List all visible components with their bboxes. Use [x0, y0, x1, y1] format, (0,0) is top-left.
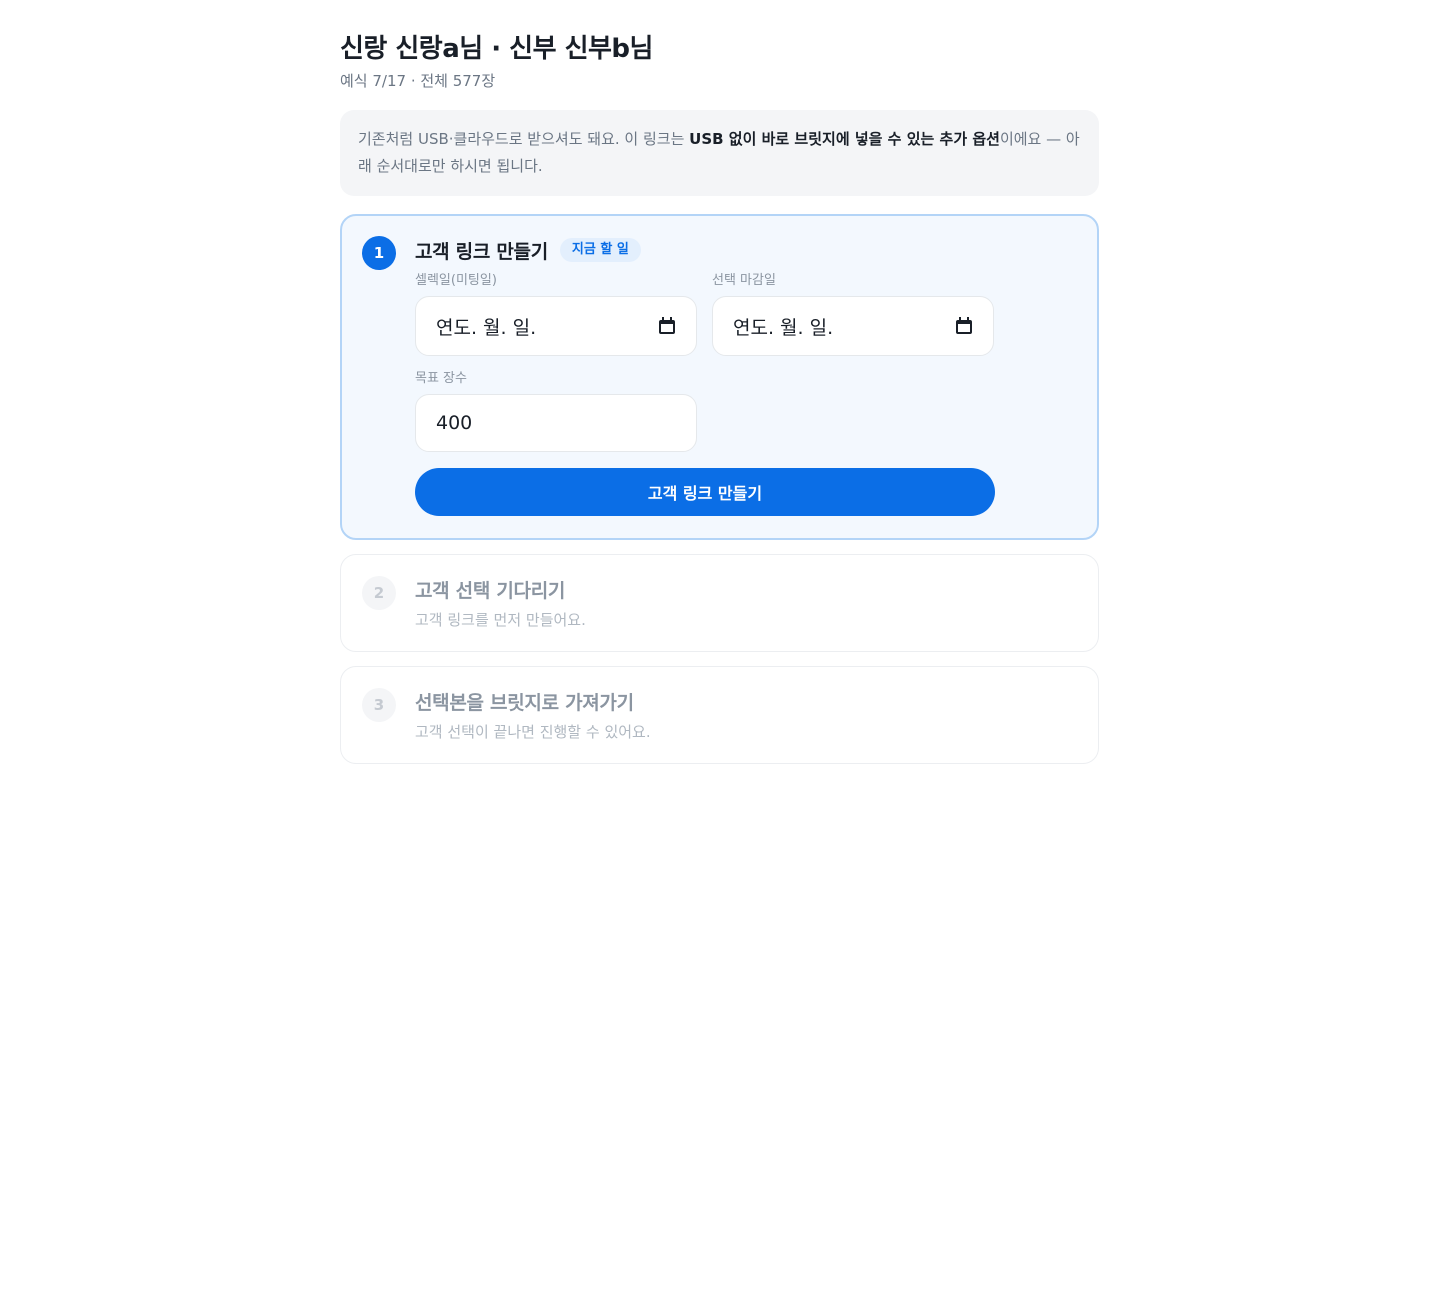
step-1-card: 1 고객 링크 만들기 지금 할 일 셀렉일(미팅일) 연도. 월. 일. 선택… [340, 214, 1099, 540]
step-3-header: 선택본을 브릿지로 가져가기 [415, 687, 1078, 715]
step-2-header: 고객 선택 기다리기 [415, 575, 1078, 603]
select-date-group: 셀렉일(미팅일) 연도. 월. 일. [415, 272, 697, 356]
target-count-value: 400 [436, 412, 473, 434]
current-task-badge: 지금 할 일 [559, 238, 641, 262]
select-date-input[interactable]: 연도. 월. 일. [415, 296, 697, 356]
step-2-number: 2 [362, 576, 396, 610]
page-title: 신랑 신랑a님 · 신부 신부b님 [340, 34, 653, 64]
target-count-label: 목표 장수 [415, 371, 467, 386]
target-count-input[interactable]: 400 [415, 394, 697, 452]
notice-text-bold: USB 없이 바로 브릿지에 넣을 수 있는 추가 옵션 [689, 130, 1000, 148]
step-3-number: 3 [362, 688, 396, 722]
step-2-description: 고객 링크를 먼저 만들어요. [415, 611, 586, 629]
notice-text-start: 기존처럼 USB·클라우드로 받으셔도 돼요. 이 링크는 [358, 130, 690, 148]
calendar-icon[interactable] [658, 317, 676, 335]
page-container: 신랑 신랑a님 · 신부 신부b님 예식 7/17 · 전체 577장 기존처럼… [340, 30, 1099, 764]
step-3-title: 선택본을 브릿지로 가져가기 [415, 691, 634, 714]
page-subtitle: 예식 7/17 · 전체 577장 [340, 72, 496, 90]
deadline-value: 연도. 월. 일. [733, 316, 834, 339]
deadline-label: 선택 마감일 [712, 273, 776, 288]
step-3-description: 고객 선택이 끝나면 진행할 수 있어요. [415, 723, 651, 741]
step-1-number: 1 [362, 236, 396, 270]
deadline-input[interactable]: 연도. 월. 일. [712, 296, 994, 356]
step-1-header: 고객 링크 만들기 지금 할 일 [415, 236, 1077, 264]
target-count-group: 목표 장수 400 [415, 370, 697, 452]
step-2-card: 2 고객 선택 기다리기 고객 링크를 먼저 만들어요. [340, 554, 1099, 652]
step-1-title: 고객 링크 만들기 [415, 240, 548, 263]
deadline-group: 선택 마감일 연도. 월. 일. [712, 272, 994, 356]
select-date-label: 셀렉일(미팅일) [415, 273, 497, 288]
info-notice: 기존처럼 USB·클라우드로 받으셔도 돼요. 이 링크는 USB 없이 바로 … [340, 110, 1099, 196]
step-1-form: 셀렉일(미팅일) 연도. 월. 일. 선택 마감일 연도. 월. 일. 목표 장… [415, 272, 1077, 452]
calendar-icon[interactable] [955, 317, 973, 335]
step-3-card: 3 선택본을 브릿지로 가져가기 고객 선택이 끝나면 진행할 수 있어요. [340, 666, 1099, 764]
create-client-link-button[interactable]: 고객 링크 만들기 [415, 468, 995, 516]
step-2-title: 고객 선택 기다리기 [415, 579, 566, 602]
select-date-value: 연도. 월. 일. [436, 316, 537, 339]
